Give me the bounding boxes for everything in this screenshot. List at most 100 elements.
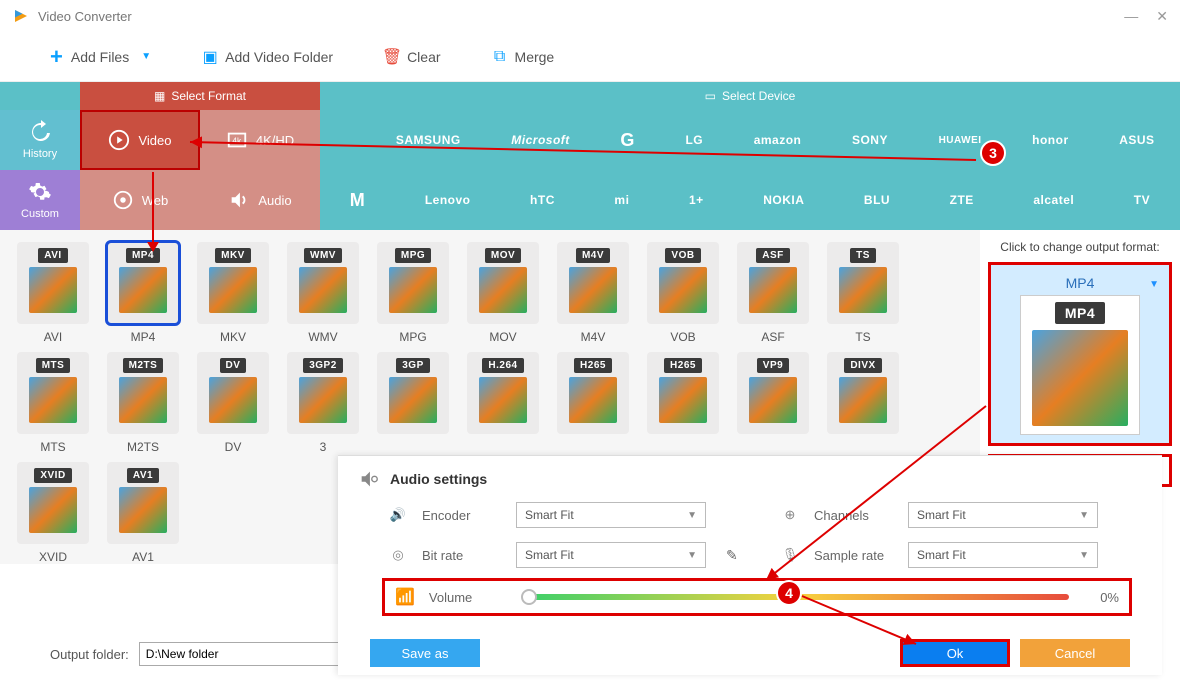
brand-honor[interactable]: honor (1032, 133, 1069, 147)
merge-button[interactable]: ⧉ Merge (491, 48, 555, 66)
brand-nokia[interactable]: NOKIA (763, 193, 804, 207)
format-wmv[interactable]: WMVWMV (282, 242, 364, 344)
format-mov[interactable]: MOVMOV (462, 242, 544, 344)
output-format-box[interactable]: MP4 ▼ MP4 (988, 262, 1172, 446)
format-av1[interactable]: AV1AV1 (102, 462, 184, 564)
history-icon (28, 120, 52, 144)
format-vp9[interactable]: VP9 (732, 352, 814, 454)
device-brand-strip: SAMSUNG Microsoft G LG amazon SONY HUAWE… (320, 110, 1180, 230)
trash-icon: 🗑 (383, 48, 401, 66)
format-label: MPG (399, 330, 426, 344)
clear-button[interactable]: 🗑 Clear (383, 48, 440, 66)
brand-lg[interactable]: LG (685, 133, 703, 147)
arrow-head-down (147, 242, 159, 252)
format-thumb: 3GP (377, 352, 449, 434)
brand-alcatel[interactable]: alcatel (1033, 193, 1074, 207)
format-asf[interactable]: ASFASF (732, 242, 814, 344)
brand-xiaomi[interactable]: mi (614, 193, 629, 207)
thumb-art (299, 377, 347, 423)
bitrate-icon: ◎ (388, 545, 408, 565)
thumb-art (389, 377, 437, 423)
dropdown-caret-icon[interactable]: ▼ (141, 51, 151, 62)
brand-blu[interactable]: BLU (864, 193, 890, 207)
format-avi[interactable]: AVIAVI (12, 242, 94, 344)
channels-select[interactable]: Smart Fit▼ (908, 502, 1098, 528)
bitrate-select[interactable]: Smart Fit▼ (516, 542, 706, 568)
format-m4v[interactable]: M4VM4V (552, 242, 634, 344)
thumb-art (29, 377, 77, 423)
save-as-button[interactable]: Save as (370, 639, 480, 667)
ok-button[interactable]: Ok (900, 639, 1010, 667)
tab-select-format[interactable]: ▦ Select Format (80, 82, 320, 110)
format-h.264[interactable]: H.264 (462, 352, 544, 454)
format-mkv[interactable]: MKVMKV (192, 242, 274, 344)
format-mp4[interactable]: MP4MP4 (102, 242, 184, 344)
category-audio[interactable]: Audio (200, 170, 320, 230)
format-ts[interactable]: TSTS (822, 242, 904, 344)
brand-amazon[interactable]: amazon (754, 133, 802, 147)
category-audio-label: Audio (258, 193, 291, 208)
format-label: 3 (320, 440, 327, 454)
window-minimize-button[interactable]: — (1124, 8, 1138, 25)
side-tab-custom[interactable]: Custom (0, 170, 80, 230)
samplerate-label: Sample rate (814, 548, 894, 563)
format-thumb: M4V (557, 242, 629, 324)
brand-microsoft[interactable]: Microsoft (511, 133, 570, 147)
svg-text:4k: 4k (232, 137, 242, 146)
format-divx[interactable]: DIVX (822, 352, 904, 454)
category-web[interactable]: Web (80, 170, 200, 230)
format-dv[interactable]: DVDV (192, 352, 274, 454)
thumb-art (29, 267, 77, 313)
brand-htc[interactable]: hTC (530, 193, 555, 207)
output-format-caret-icon[interactable]: ▼ (1149, 279, 1159, 290)
brand-oneplus[interactable]: 1+ (689, 193, 704, 207)
format-h265[interactable]: H265 (552, 352, 634, 454)
brand-asus[interactable]: ASUS (1119, 133, 1154, 147)
category-video[interactable]: Video (80, 110, 200, 170)
output-format-badge: MP4 (1055, 302, 1105, 324)
format-thumb: AV1 (107, 462, 179, 544)
brand-motorola[interactable]: M (350, 190, 366, 211)
encoder-select[interactable]: Smart Fit▼ (516, 502, 706, 528)
format-thumb: H265 (647, 352, 719, 434)
format-badge: VP9 (757, 358, 789, 373)
brand-lenovo[interactable]: Lenovo (425, 193, 471, 207)
format-badge: 3GP (396, 358, 430, 373)
format-m2ts[interactable]: M2TSM2TS (102, 352, 184, 454)
output-folder-input[interactable] (139, 642, 339, 666)
output-format-thumb: MP4 (1020, 295, 1140, 435)
add-video-folder-button[interactable]: ▣ Add Video Folder (201, 48, 333, 66)
brand-zte[interactable]: ZTE (950, 193, 974, 207)
format-label: WMV (308, 330, 337, 344)
brand-huawei[interactable]: HUAWEI (939, 135, 982, 146)
format-vob[interactable]: VOBVOB (642, 242, 724, 344)
thumb-art (119, 267, 167, 313)
samplerate-select[interactable]: Smart Fit▼ (908, 542, 1098, 568)
cancel-button[interactable]: Cancel (1020, 639, 1130, 667)
format-badge: 3GP2 (303, 358, 343, 373)
format-3gp[interactable]: 3GP (372, 352, 454, 454)
add-files-button[interactable]: + Add Files ▼ (50, 44, 151, 70)
format-mts[interactable]: MTSMTS (12, 352, 94, 454)
volume-label: Volume (429, 590, 509, 605)
brand-samsung[interactable]: SAMSUNG (396, 133, 461, 147)
side-tab-history[interactable]: History (0, 110, 80, 170)
encoder-label: Encoder (422, 508, 502, 523)
brand-tv[interactable]: TV (1134, 193, 1150, 207)
bitrate-edit-icon[interactable]: ✎ (726, 547, 738, 564)
format-label: TS (855, 330, 870, 344)
format-3gp2[interactable]: 3GP2 3 (282, 352, 364, 454)
format-mpg[interactable]: MPGMPG (372, 242, 454, 344)
format-h265[interactable]: H265 (642, 352, 724, 454)
format-thumb: XVID (17, 462, 89, 544)
bitrate-value: Smart Fit (525, 548, 574, 562)
thumb-art (119, 487, 167, 533)
thumb-art (749, 377, 797, 423)
format-xvid[interactable]: XVIDXVID (12, 462, 94, 564)
volume-handle[interactable] (521, 589, 537, 605)
brand-sony[interactable]: SONY (852, 133, 888, 147)
window-close-button[interactable]: ✕ (1156, 8, 1168, 25)
category-4k-hd[interactable]: 4k 4K/HD (200, 110, 320, 170)
tab-select-device[interactable]: ▭ Select Device (320, 82, 1180, 110)
brand-google[interactable]: G (620, 130, 635, 151)
